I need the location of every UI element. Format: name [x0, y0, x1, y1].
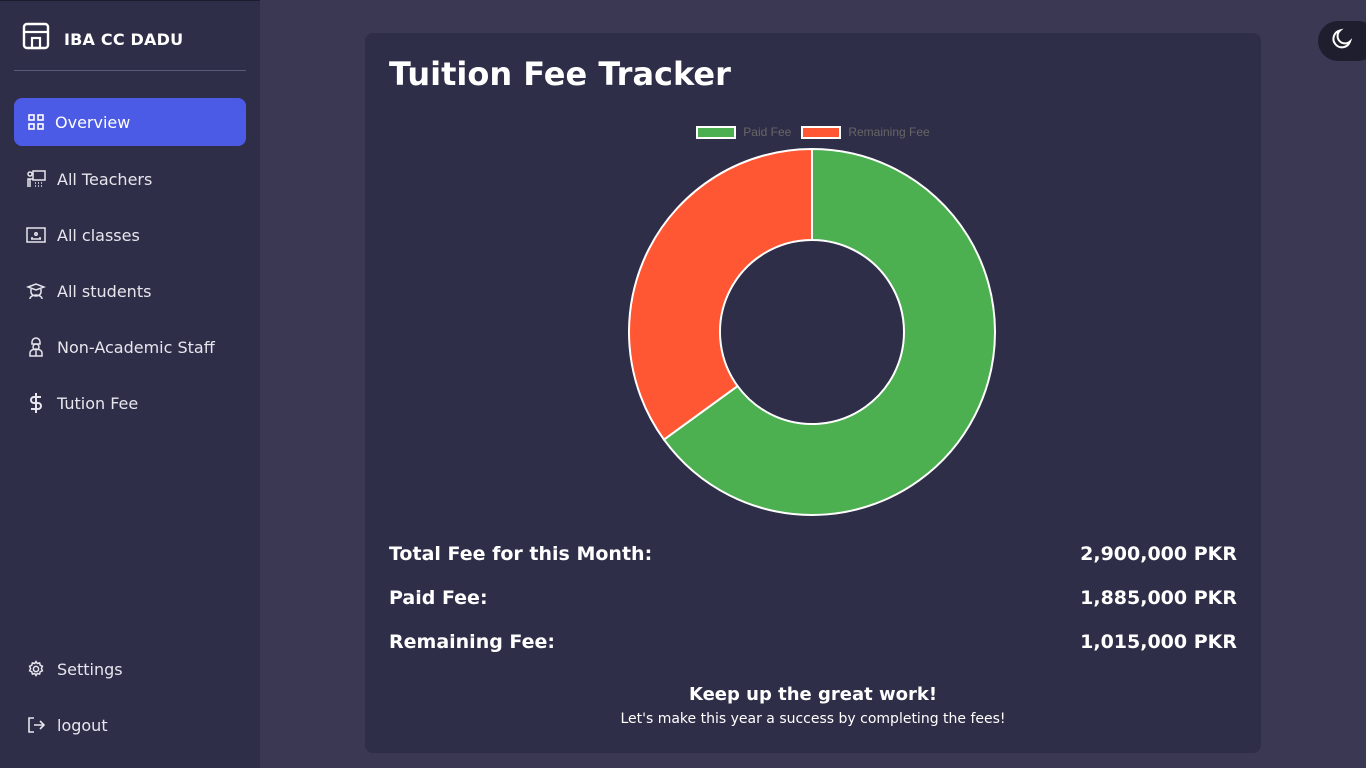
brand-name: IBA CC DADU [64, 30, 184, 49]
sidebar-item-overview[interactable]: Overview [14, 98, 246, 146]
sidebar-item-label: logout [57, 715, 108, 735]
sidebar-item-settings[interactable]: Settings [14, 645, 246, 693]
fee-row-label: Remaining Fee: [389, 631, 556, 653]
fee-row-value: 1,015,000 PKR [1080, 631, 1237, 653]
sidebar-item-label: All Teachers [57, 169, 153, 189]
gear-icon [26, 659, 46, 679]
fee-doughnut-chart [628, 147, 996, 516]
store-icon [22, 22, 50, 52]
sidebar-item-label: Settings [57, 659, 123, 679]
dollar-icon [26, 393, 46, 413]
fee-row-remaining: Remaining Fee: 1,015,000 PKR [389, 631, 1237, 653]
logout-icon [26, 715, 46, 735]
motivation-title: Keep up the great work! [688, 684, 938, 705]
sidebar-item-logout[interactable]: logout [14, 701, 246, 749]
theme-toggle-button[interactable] [1318, 21, 1366, 61]
fee-row-total: Total Fee for this Month: 2,900,000 PKR [389, 543, 1237, 565]
sidebar-item-label: Non-Academic Staff [57, 337, 215, 357]
grid-icon [26, 112, 46, 132]
sidebar-item-all-classes[interactable]: All classes [14, 211, 246, 259]
sidebar-item-tution-fee[interactable]: Tution Fee [14, 379, 246, 427]
moon-icon [1331, 28, 1353, 54]
sidebar-item-all-teachers[interactable]: All Teachers [14, 155, 246, 203]
sidebar-item-non-academic-staff[interactable]: Non-Academic Staff [14, 323, 246, 371]
sidebar-item-all-students[interactable]: All students [14, 267, 246, 315]
sidebar-item-label: All students [57, 281, 152, 301]
fee-row-paid: Paid Fee: 1,885,000 PKR [389, 587, 1237, 609]
sidebar-item-label: Tution Fee [57, 393, 139, 413]
fee-row-value: 2,900,000 PKR [1080, 543, 1237, 565]
sidebar-item-label: All classes [57, 225, 140, 245]
brand: IBA CC DADU [14, 22, 246, 71]
classroom-icon [26, 225, 46, 245]
fee-row-value: 1,885,000 PKR [1080, 587, 1237, 609]
student-icon [26, 281, 46, 301]
teacher-icon [26, 169, 46, 189]
fee-row-label: Total Fee for this Month: [389, 543, 653, 565]
doughnut-slice-remaining-fee[interactable] [628, 147, 813, 441]
staff-icon [26, 337, 46, 357]
sidebar: IBA CC DADU Overview All Teachers All cl… [0, 0, 260, 768]
motivation-subtitle: Let's make this year a success by comple… [620, 711, 1006, 727]
sidebar-item-label: Overview [55, 112, 131, 132]
fee-row-label: Paid Fee: [389, 587, 488, 609]
fee-tracker-card: Tuition Fee Tracker Paid Fee Remaining F… [365, 33, 1261, 753]
